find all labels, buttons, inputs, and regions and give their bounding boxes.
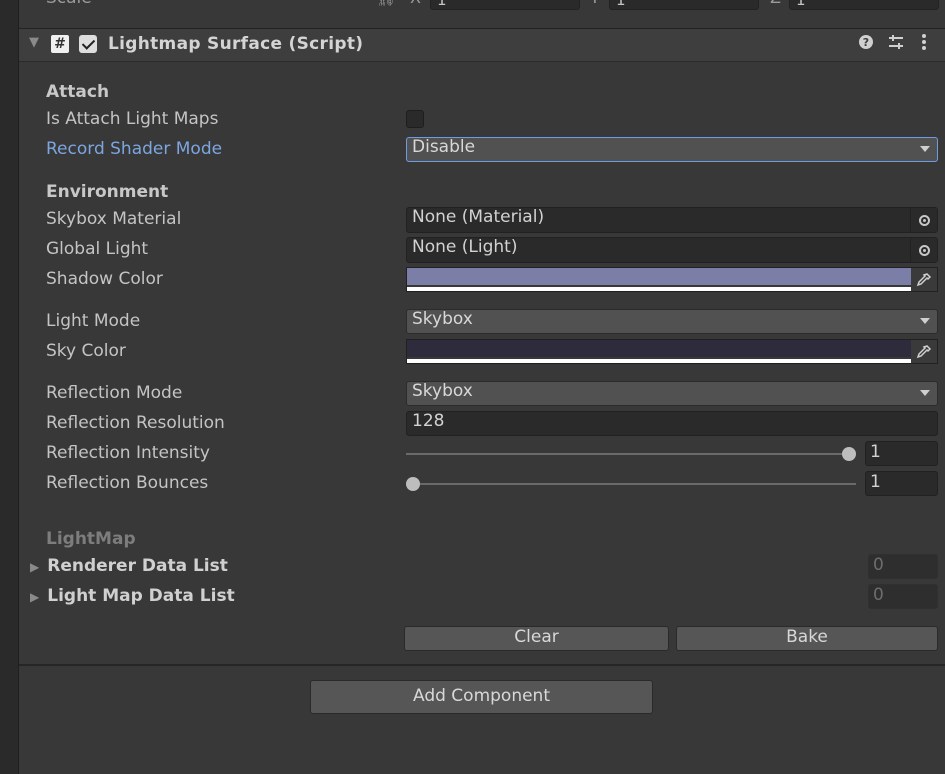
reflection-intensity-slider-track[interactable]: [406, 453, 856, 455]
component-header[interactable]: ▼ # Lightmap Surface (Script) ?: [19, 28, 945, 62]
script-icon: #: [51, 35, 69, 53]
skybox-material-field[interactable]: None (Material): [406, 207, 938, 233]
shadow-color-swatch[interactable]: [407, 268, 911, 285]
presets-icon[interactable]: [887, 34, 905, 54]
light-mode-dropdown[interactable]: Skybox: [406, 309, 938, 334]
transform-scale-row: Scale ⛓ X 1 Y 1 Z 1: [19, 0, 945, 28]
sky-color-label: Sky Color: [46, 341, 126, 361]
object-picker-icon[interactable]: [910, 208, 937, 232]
clear-button[interactable]: Clear: [404, 626, 669, 651]
scale-y-field[interactable]: 1: [609, 0, 759, 10]
add-component-button[interactable]: Add Component: [310, 680, 653, 714]
scale-z-field[interactable]: 1: [789, 0, 939, 10]
lightmap-section-header: LightMap: [46, 529, 136, 549]
record-shader-dropdown[interactable]: Disable: [406, 137, 938, 162]
light-map-data-list-size: 0: [868, 584, 938, 609]
z-axis-label: Z: [770, 0, 781, 7]
object-picker-icon[interactable]: [910, 238, 937, 262]
skybox-material-label: Skybox Material: [46, 209, 182, 229]
dropdown-arrow-icon: [920, 318, 930, 324]
constrain-proportions-icon[interactable]: ⛓: [376, 0, 396, 7]
enable-checkbox[interactable]: [79, 35, 97, 53]
light-map-data-list-foldout[interactable]: ▶ Light Map Data List: [30, 586, 235, 606]
renderer-data-list-label: Renderer Data List: [47, 556, 228, 576]
reflection-resolution-label: Reflection Resolution: [46, 413, 225, 433]
eyedropper-icon[interactable]: [911, 268, 937, 291]
bake-button[interactable]: Bake: [676, 626, 938, 651]
reflection-intensity-label: Reflection Intensity: [46, 443, 210, 463]
sky-color-swatch[interactable]: [407, 340, 911, 357]
reflection-mode-dropdown[interactable]: Skybox: [406, 381, 938, 406]
is-attach-checkbox[interactable]: [406, 110, 424, 128]
reflection-mode-value: Skybox: [412, 381, 473, 401]
svg-text:?: ?: [863, 36, 869, 49]
foldout-arrow-icon[interactable]: ▶: [30, 590, 39, 604]
renderer-data-list-foldout[interactable]: ▶ Renderer Data List: [30, 556, 228, 576]
reflection-bounces-slider-track[interactable]: [406, 483, 856, 485]
eyedropper-icon[interactable]: [911, 340, 937, 363]
renderer-data-list-size: 0: [868, 554, 938, 579]
y-axis-label: Y: [590, 0, 600, 7]
fold-icon[interactable]: ▼: [29, 35, 39, 50]
global-light-value: None (Light): [412, 237, 518, 257]
help-icon[interactable]: ?: [858, 34, 874, 54]
sky-alpha-bar: [407, 359, 911, 363]
reflection-intensity-slider-thumb[interactable]: [842, 447, 856, 461]
foldout-arrow-icon[interactable]: ▶: [30, 560, 39, 574]
component-separator: [19, 664, 945, 666]
environment-section-header: Environment: [46, 182, 169, 202]
shadow-color-field[interactable]: [406, 267, 938, 292]
dropdown-arrow-icon: [920, 390, 930, 396]
sky-color-field[interactable]: [406, 339, 938, 364]
left-panel-edge: [0, 0, 19, 774]
light-mode-label: Light Mode: [46, 311, 141, 331]
reflection-mode-label: Reflection Mode: [46, 383, 183, 403]
attach-section-header: Attach: [46, 82, 110, 102]
more-icon[interactable]: [921, 33, 927, 55]
scale-x-field[interactable]: 1: [430, 0, 580, 10]
scale-label: Scale: [46, 0, 92, 8]
reflection-resolution-field[interactable]: 128: [406, 411, 938, 436]
component-title: Lightmap Surface (Script): [108, 34, 364, 54]
reflection-bounces-slider-thumb[interactable]: [406, 477, 420, 491]
record-shader-value: Disable: [412, 137, 476, 157]
light-map-data-list-label: Light Map Data List: [47, 586, 235, 606]
shadow-color-label: Shadow Color: [46, 269, 163, 289]
x-axis-label: X: [410, 0, 421, 7]
reflection-bounces-field[interactable]: 1: [865, 471, 938, 496]
reflection-bounces-label: Reflection Bounces: [46, 473, 209, 493]
global-light-label: Global Light: [46, 239, 149, 259]
reflection-intensity-field[interactable]: 1: [865, 441, 938, 466]
dropdown-arrow-icon: [920, 146, 930, 152]
is-attach-label: Is Attach Light Maps: [46, 109, 219, 129]
shadow-alpha-bar: [407, 287, 911, 291]
light-mode-value: Skybox: [412, 309, 473, 329]
global-light-field[interactable]: None (Light): [406, 237, 938, 263]
skybox-material-value: None (Material): [412, 207, 545, 227]
record-shader-label: Record Shader Mode: [46, 139, 223, 159]
